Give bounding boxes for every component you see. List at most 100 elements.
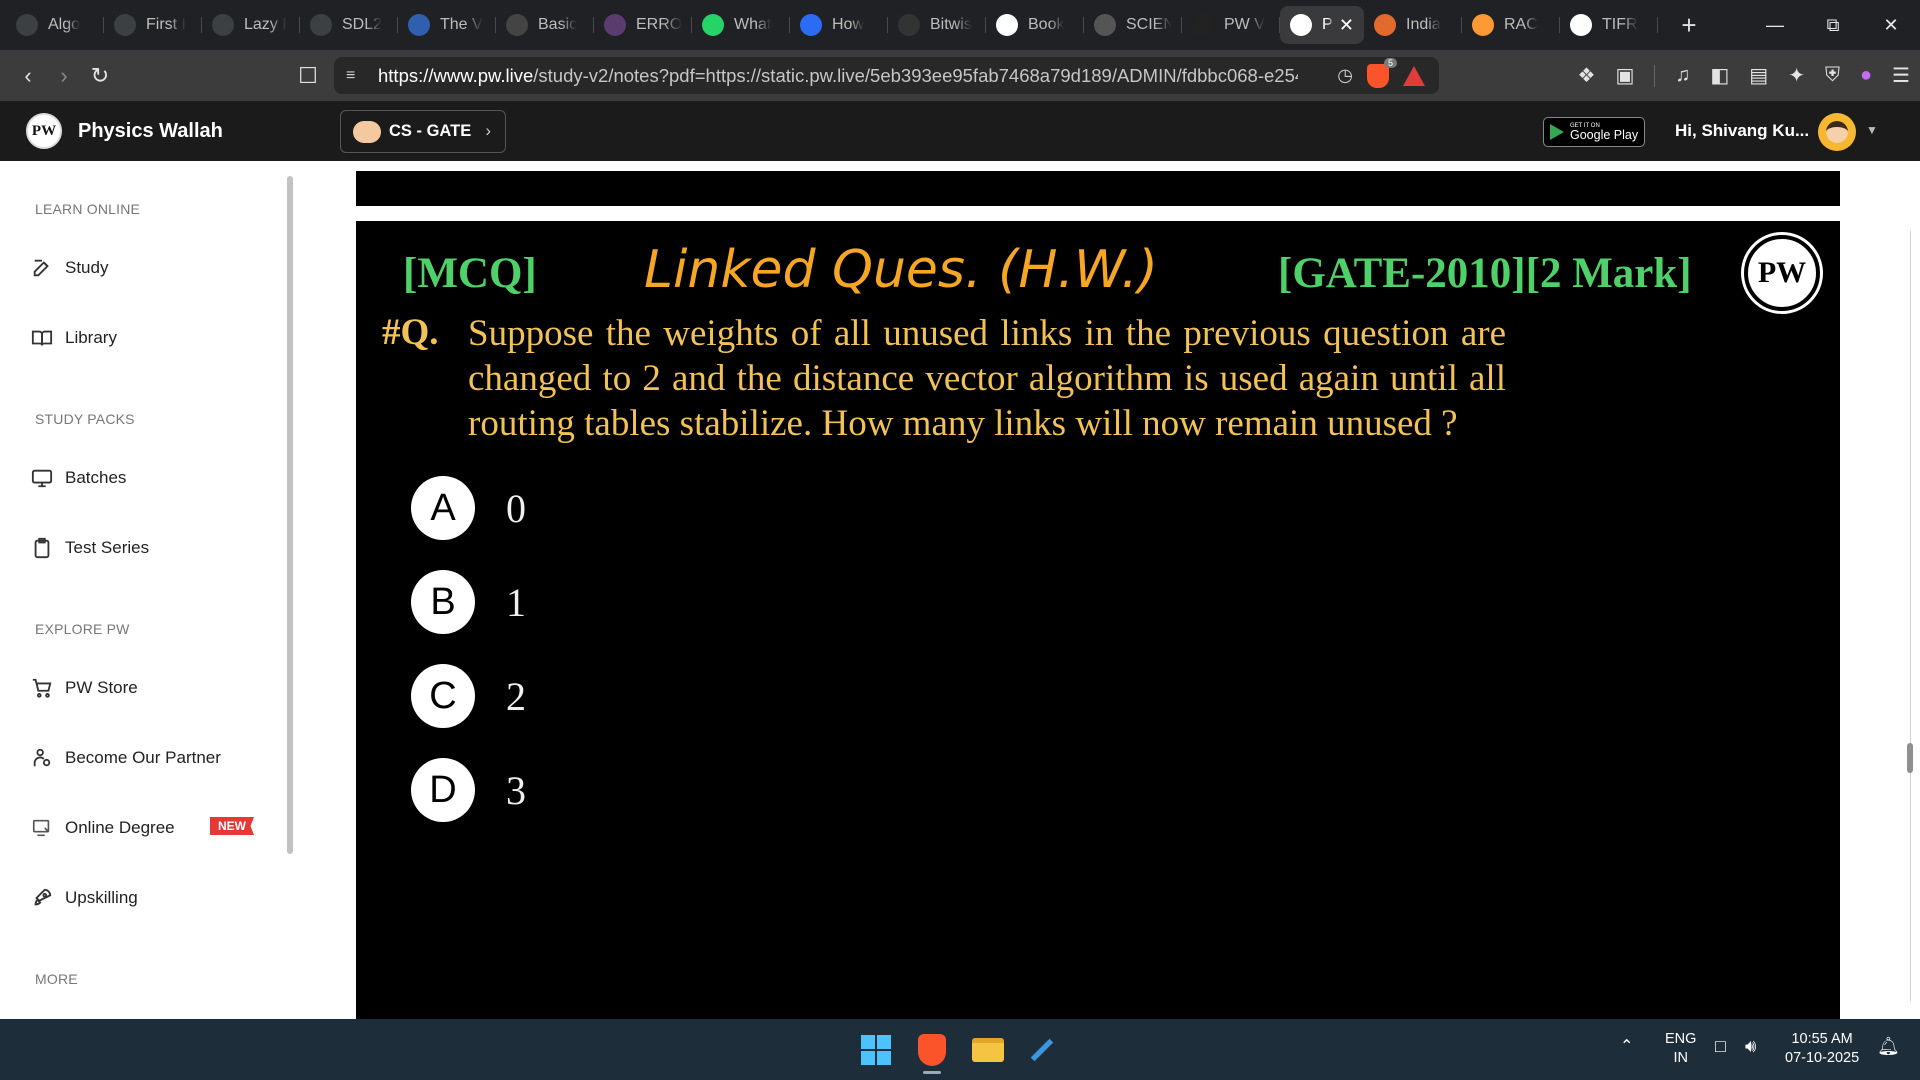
site-settings-icon[interactable]: ≡ <box>346 67 366 85</box>
file-explorer-icon[interactable] <box>970 1032 1006 1068</box>
browser-tab[interactable]: TIFR <box>1560 6 1658 44</box>
tab-title: SCIEN <box>1126 16 1172 33</box>
history-icon[interactable]: ◷ <box>1337 65 1353 86</box>
pw-logo[interactable]: PW <box>26 113 62 149</box>
google-play-button[interactable]: GET IT ON Google Play <box>1543 117 1645 147</box>
clock-time: 10:55 AM <box>1791 1031 1853 1047</box>
sidebar-item-become-partner[interactable]: Become Our Partner <box>30 746 221 770</box>
tray-overflow-icon[interactable]: ⌃ <box>1620 1037 1633 1056</box>
scroll-thumb[interactable] <box>1907 743 1913 773</box>
browser-tab[interactable]: Algo <box>6 6 104 44</box>
active-app-indicator <box>923 1071 941 1074</box>
tab-title: Bitwis <box>930 16 972 33</box>
close-tab-icon[interactable]: ✕ <box>1339 15 1354 36</box>
new-badge: NEW <box>210 817 254 835</box>
sidebar-item-label: PW Store <box>65 678 138 697</box>
minimize-icon[interactable]: — <box>1746 0 1804 50</box>
sidebar-item-test-series[interactable]: Test Series <box>30 536 149 560</box>
reader-mode-icon[interactable]: ▣ <box>1615 63 1634 88</box>
clock-date: 07-10-2025 <box>1785 1050 1860 1066</box>
caret-down-icon[interactable]: ▼ <box>1866 123 1878 137</box>
wallet-icon[interactable]: ▤ <box>1749 63 1768 88</box>
browser-tab[interactable]: Basic <box>496 6 594 44</box>
sidebar-item-pw-store[interactable]: PW Store <box>30 676 138 700</box>
clock[interactable]: 10:55 AM 07-10-2025 <box>1785 1030 1859 1068</box>
browser-tab[interactable]: Lazy I <box>202 6 300 44</box>
network-icon[interactable]: □ <box>1715 1037 1726 1056</box>
burger-icon <box>1374 14 1396 36</box>
cart-icon <box>30 676 54 700</box>
sidebar-item-online-degree[interactable]: Online Degree <box>30 816 175 840</box>
play-store-icon <box>1550 124 1564 140</box>
browser-tab[interactable]: India <box>1364 6 1462 44</box>
avatar[interactable] <box>1818 113 1856 151</box>
tab-title: Lazy I <box>244 16 287 33</box>
sidebar-item-label: Upskilling <box>65 888 138 907</box>
browser-tab[interactable]: What <box>692 6 790 44</box>
leo-ai-icon[interactable]: ✦ <box>1788 63 1805 88</box>
notification-bell-icon[interactable]: 🔔︎ <box>1877 1037 1900 1056</box>
brave-shields-icon[interactable]: 5 <box>1367 57 1397 88</box>
exam-tag: [GATE-2010][2 Mark] <box>1278 250 1692 297</box>
option-c: C 2 <box>411 664 526 728</box>
google-icon <box>996 14 1018 36</box>
forward-icon[interactable]: › <box>46 63 82 89</box>
tab-title: Algo <box>48 16 81 33</box>
batch-selector[interactable]: CS - GATE › <box>340 110 506 153</box>
option-letter: C <box>411 664 475 728</box>
shields-count-badge: 5 <box>1383 57 1397 68</box>
browser-tab[interactable]: Book <box>986 6 1084 44</box>
extensions-icon[interactable]: ❖ <box>1578 63 1596 88</box>
browser-tab[interactable]: How <box>790 6 888 44</box>
viewer-scrollbar[interactable] <box>1902 161 1920 1019</box>
menu-icon[interactable]: ☰ <box>1892 63 1910 88</box>
close-window-icon[interactable]: ✕ <box>1862 0 1920 50</box>
tab-title: ERRO <box>636 16 682 33</box>
brand-name[interactable]: Physics Wallah <box>78 120 223 143</box>
sidebar-item-library[interactable]: Library <box>30 326 117 350</box>
whatsapp-icon <box>702 14 724 36</box>
reload-icon[interactable]: ↻ <box>82 63 118 89</box>
brave-rewards-icon[interactable] <box>1403 65 1425 86</box>
address-bar[interactable]: ≡ https://www.pw.live/study-v2/notes?pdf… <box>334 57 1439 94</box>
browser-tab[interactable]: P ✕ <box>1280 6 1364 44</box>
browser-tab[interactable]: Bitwis <box>888 6 986 44</box>
sidebar-item-upskilling[interactable]: Upskilling <box>30 886 138 910</box>
globe-icon <box>604 14 626 36</box>
vscode-icon[interactable] <box>1024 1032 1060 1068</box>
sidebar-item-batches[interactable]: Batches <box>30 466 126 490</box>
language-indicator[interactable]: ENG IN <box>1665 1030 1696 1068</box>
sidebar-scrollbar[interactable] <box>287 176 293 854</box>
volume-icon[interactable]: 🔊︎ <box>1745 1037 1756 1056</box>
browser-tab[interactable]: SDL2 <box>300 6 398 44</box>
browser-tab[interactable]: RAC <box>1462 6 1560 44</box>
media-icon[interactable]: ♫ <box>1675 64 1690 87</box>
tab-title: India <box>1406 16 1441 33</box>
browser-tab[interactable]: PW V <box>1182 6 1280 44</box>
browser-tab[interactable]: First I <box>104 6 202 44</box>
new-tab-button[interactable]: + <box>1674 10 1704 41</box>
restore-icon[interactable]: ⧉ <box>1804 0 1862 50</box>
back-icon[interactable]: ‹ <box>10 63 46 89</box>
browser-tab[interactable]: ERRO <box>594 6 692 44</box>
browser-tab[interactable]: The V <box>398 6 496 44</box>
option-letter: D <box>411 758 475 822</box>
brave-browser-icon[interactable] <box>914 1032 950 1068</box>
browser-tab[interactable]: SCIEN <box>1084 6 1182 44</box>
sidebar-toggle-icon[interactable]: ◧ <box>1710 63 1729 88</box>
option-value: 2 <box>506 673 526 719</box>
pw-watermark-logo: PW <box>1744 235 1820 311</box>
option-letter: B <box>411 570 475 634</box>
bookmark-icon[interactable]: ☐ <box>290 63 326 89</box>
url-text[interactable]: https://www.pw.live/study-v2/notes?pdf=h… <box>378 65 1298 87</box>
start-icon[interactable] <box>858 1032 894 1068</box>
mcq-tag: [MCQ] <box>403 250 537 297</box>
rocket-icon <box>30 886 54 910</box>
github-icon <box>1192 14 1214 36</box>
sidebar-item-study[interactable]: Study <box>30 256 108 280</box>
profile-icon[interactable]: ● <box>1860 64 1872 87</box>
vpn-icon[interactable]: ⛨ <box>1825 64 1840 87</box>
geeks-icon <box>898 14 920 36</box>
user-greeting[interactable]: Hi, Shivang Ku... <box>1675 121 1809 141</box>
flag-icon <box>1472 14 1494 36</box>
